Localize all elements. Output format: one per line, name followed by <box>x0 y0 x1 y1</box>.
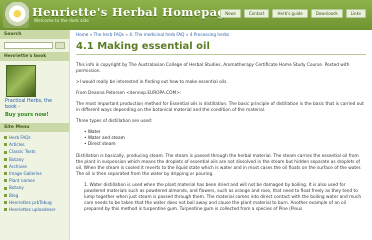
nav-herbs-guide[interactable]: Herb's guide <box>272 9 308 18</box>
bullet-icon <box>4 186 7 190</box>
menu-item-classic-texts[interactable]: Classic Texts <box>4 148 65 155</box>
book-link[interactable]: Practical Herbs, the book - <box>5 99 64 111</box>
bullet-icon <box>4 172 7 176</box>
site-header: Henriette's Herbal Homepage Welcome to t… <box>0 0 372 30</box>
bullet-icon <box>4 150 7 154</box>
bullet-icon <box>4 164 7 168</box>
menu-item-10[interactable]: Henriettes uploadeser <box>4 206 65 213</box>
bullet-icon <box>4 136 7 140</box>
numbered-list: 1. Water distillation is used when the p… <box>84 183 366 213</box>
bullet-icon <box>4 208 7 212</box>
bullet-icon <box>4 193 7 197</box>
distillation-types-list: Water Water and steam Direct steam <box>84 130 366 148</box>
nav-downloads[interactable]: Downloads <box>310 9 343 18</box>
site-menu: Herb FAQs Articles Classic Texts Botany … <box>0 132 69 215</box>
book-cover-image[interactable] <box>6 65 36 97</box>
bullet-icon <box>4 157 7 161</box>
distillation-paragraph: Distillation is basically, producing ste… <box>76 154 362 177</box>
search-block-title: Search <box>0 30 69 39</box>
page-title: 4.1 Making essential oil <box>76 41 210 52</box>
intro-paragraph: The most important production method for… <box>76 102 364 113</box>
menu-item-9[interactable]: Henriettes prbTebug <box>4 199 65 206</box>
menu-item-plant-names[interactable]: Plant names <box>4 177 65 184</box>
bullet-icon <box>4 143 7 147</box>
nav-links[interactable]: Links <box>345 9 366 18</box>
nav-contact[interactable]: Contact <box>243 9 270 18</box>
echinacea-logo-image[interactable] <box>3 2 29 28</box>
sidebar: Search Henriette's book Practical Herbs,… <box>0 30 70 240</box>
nav-news[interactable]: News <box>220 9 241 18</box>
list-item: 1. Water distillation is used when the p… <box>84 183 362 212</box>
types-intro: Three types of distillation are used: <box>76 119 153 124</box>
quoted-question: >I would really be interested in finding… <box>76 80 228 85</box>
list-item: Direct steam <box>84 142 366 148</box>
breadcrumb-home[interactable]: Home <box>76 32 88 37</box>
main-content: Home » The herb FAQs » 4: The medicinal … <box>76 32 366 213</box>
menu-item-botany-2[interactable]: Botany <box>4 184 65 191</box>
menu-item-blog[interactable]: Blog <box>4 192 65 199</box>
search-form <box>4 42 65 49</box>
bullet-icon <box>4 179 7 183</box>
breadcrumb: Home » The herb FAQs » 4: The medicinal … <box>76 32 366 37</box>
copyright-paragraph: This info is copyright by The Australasi… <box>76 63 350 74</box>
author-line: From Deanna Petersen <dennop.EUROPA.COM>… <box>76 91 182 96</box>
menu-item-herb-faqs[interactable]: Herb FAQs <box>4 134 65 141</box>
menu-item-archives[interactable]: Archives <box>4 163 65 170</box>
menu-item-articles[interactable]: Articles <box>4 141 65 148</box>
top-navigation: News Contact Herb's guide Downloads Link… <box>220 9 366 18</box>
search-button[interactable] <box>55 42 65 49</box>
breadcrumb-medicinal-herb-faq[interactable]: 4: The medicinal herb FAQ <box>129 32 184 37</box>
title-divider <box>76 54 366 55</box>
site-menu-title: Site Menu <box>0 123 69 132</box>
buy-link[interactable]: Buy yours now! <box>5 112 64 118</box>
search-input[interactable] <box>4 42 53 49</box>
site-title[interactable]: Henriette's Herbal Homepage <box>32 5 233 19</box>
menu-item-botany[interactable]: Botany <box>4 156 65 163</box>
book-block-title: Henriette's book <box>0 52 69 61</box>
breadcrumb-herb-faqs[interactable]: The herb FAQs <box>94 32 124 37</box>
breadcrumb-processing-herbs[interactable]: 4 Processing herbs <box>190 32 229 37</box>
bullet-icon <box>4 200 7 204</box>
menu-item-image-galleries[interactable]: Image Galleries <box>4 170 65 177</box>
site-subtitle: Welcome to the dark side <box>34 19 89 24</box>
